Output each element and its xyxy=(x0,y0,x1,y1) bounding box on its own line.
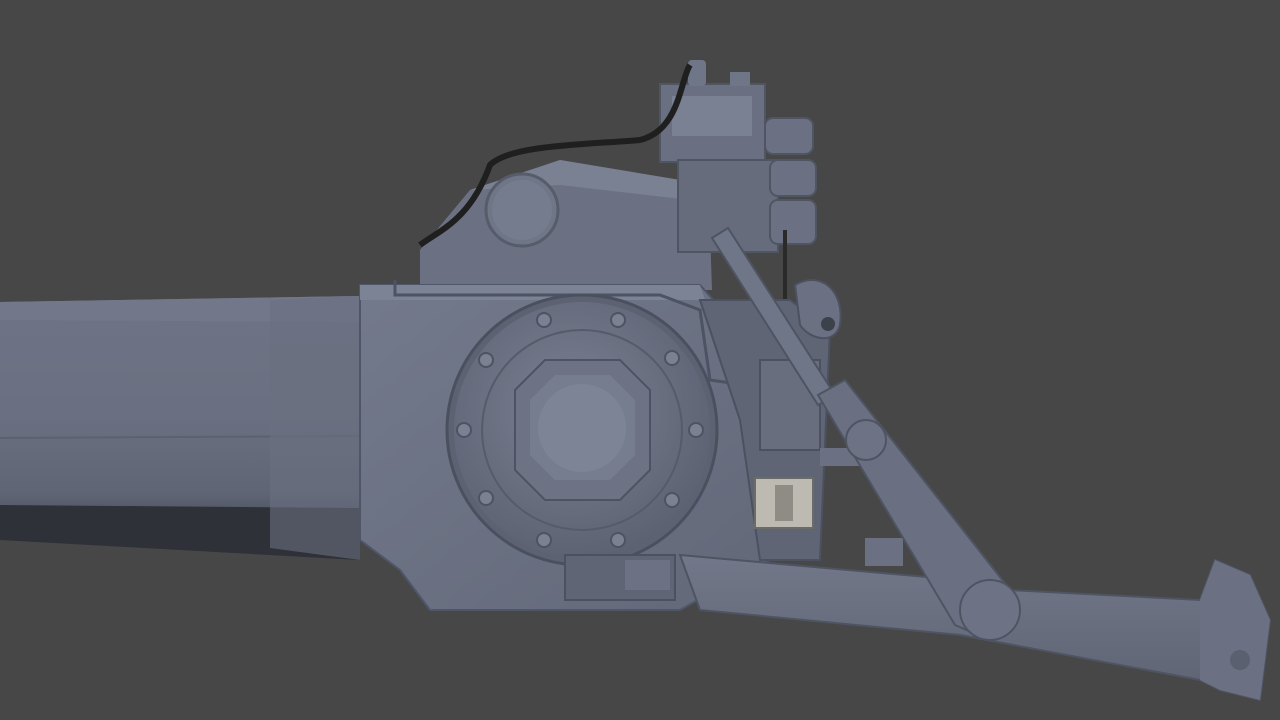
electrical-connector xyxy=(754,477,814,529)
render-viewport xyxy=(0,0,1280,720)
axle-hub xyxy=(445,293,719,567)
main-beam xyxy=(0,296,361,560)
